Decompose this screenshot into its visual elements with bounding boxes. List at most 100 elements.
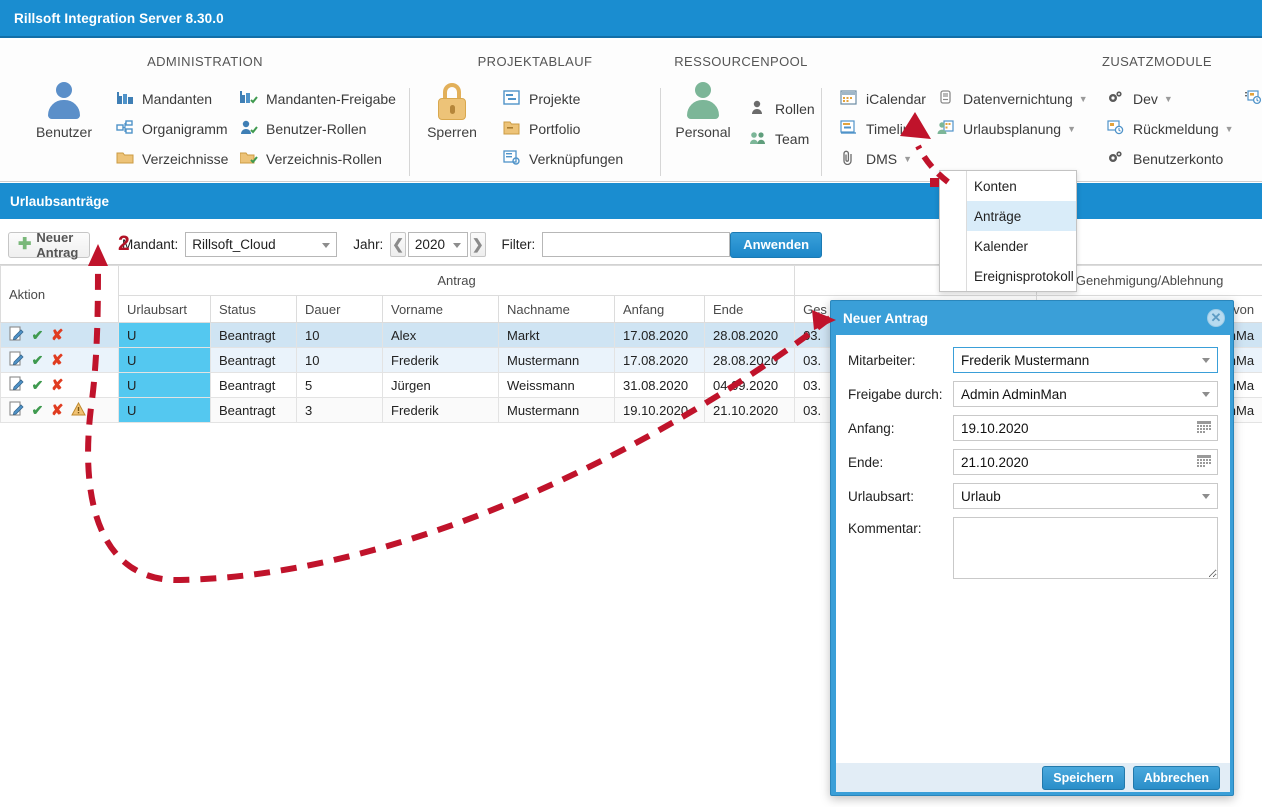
approve-icon[interactable]: ✔ [32, 377, 44, 394]
row-actions[interactable]: ✔ ✘ [0, 397, 119, 423]
filter-input[interactable] [542, 232, 731, 257]
dialog-footer: Speichern Abbrechen [836, 763, 1230, 792]
ende-date[interactable]: 21.10.2020 [953, 449, 1218, 475]
ribbon-item-label: Verknüpfungen [529, 151, 624, 167]
col-ende[interactable]: Ende [703, 295, 796, 323]
person-icon [683, 82, 723, 122]
freigabe-select[interactable]: Admin AdminMan [953, 381, 1218, 407]
save-button[interactable]: Speichern [1042, 765, 1125, 790]
jahr-select[interactable]: 2020 [407, 232, 468, 257]
ribbon-item-benutzerkonto[interactable]: Benutzerkonto [1107, 144, 1234, 174]
ribbon-item-mandanten[interactable]: Mandanten [116, 84, 228, 114]
urlaubsart-select[interactable]: Urlaub [953, 483, 1218, 509]
ribbon-toolbar: ADMINISTRATION Benutzer Mandanten Organi… [0, 40, 1262, 182]
kommentar-textarea[interactable] [953, 517, 1218, 579]
ribbon-item-benutzer-rollen[interactable]: Benutzer-Rollen [240, 114, 396, 144]
ribbon-item-timeline[interactable]: Timeline [840, 114, 926, 144]
close-icon[interactable]: ✕ [1207, 309, 1225, 327]
ribbon-item-verknuepfungen[interactable]: Verknüpfungen [503, 144, 623, 174]
ribbon-item-dev[interactable]: Dev ▼ [1107, 84, 1234, 114]
ribbon-item-urlaubsplanung[interactable]: Urlaubsplanung ▼ [937, 114, 1088, 144]
ribbon-button-label: Benutzer [35, 124, 93, 140]
ribbon-item-verzeichnis-rollen[interactable]: Verzeichnis-Rollen [240, 144, 396, 174]
col-urlaubsart[interactable]: Urlaubsart [118, 295, 211, 323]
ribbon-col-admin-1: Mandanten Organigramm Verzeichnisse [116, 84, 228, 174]
lock-icon [435, 82, 469, 122]
ribbon-item-list-clock[interactable] [1245, 84, 1262, 114]
reject-icon[interactable]: ✘ [51, 401, 64, 419]
ribbon-col-admin-2: Mandanten-Freigabe Benutzer-Rollen Verze… [240, 84, 396, 174]
col-vorname[interactable]: Vorname [382, 295, 499, 323]
portfolio-icon [503, 120, 523, 138]
reject-icon[interactable]: ✘ [51, 351, 64, 369]
col-anfang[interactable]: Anfang [614, 295, 705, 323]
chevron-down-icon[interactable]: ▼ [903, 154, 912, 164]
ribbon-button-benutzer[interactable]: Benutzer [22, 82, 106, 140]
ribbon-item-icalendar[interactable]: iCalendar [840, 84, 926, 114]
col-nachname[interactable]: Nachname [498, 295, 615, 323]
calendar-icon[interactable] [1197, 455, 1211, 469]
person-icon [44, 82, 84, 122]
ribbon-item-rollen[interactable]: Rollen [749, 94, 815, 124]
mandant-select[interactable]: Rillsoft_Cloud [185, 232, 338, 257]
next-year-button[interactable]: ❯ [469, 232, 486, 257]
ribbon-button-personal[interactable]: Personal [661, 82, 745, 140]
reject-icon[interactable]: ✘ [51, 376, 64, 394]
approve-icon[interactable]: ✔ [32, 402, 44, 419]
mitarbeiter-select[interactable]: Frederik Mustermann [953, 347, 1218, 373]
dialog-title-bar: Neuer Antrag ✕ [831, 301, 1233, 335]
chevron-down-icon[interactable]: ▼ [1225, 124, 1234, 134]
ribbon-item-portfolio[interactable]: Portfolio [503, 114, 623, 144]
ribbon-item-organigramm[interactable]: Organigramm [116, 114, 228, 144]
col-status[interactable]: Status [210, 295, 297, 323]
ribbon-item-verzeichnisse[interactable]: Verzeichnisse [116, 144, 228, 174]
ribbon-item-datenvernichtung[interactable]: Datenvernichtung ▼ [937, 84, 1088, 114]
approve-icon[interactable]: ✔ [32, 327, 44, 344]
menu-item-label: Kalender [974, 238, 1029, 254]
calendar-icon[interactable] [1197, 421, 1211, 435]
edit-icon[interactable] [9, 376, 24, 394]
calendar-icon [840, 90, 860, 108]
jahr-select-value: 2020 [407, 232, 468, 257]
cell-anfang: 19.10.2020 [614, 397, 705, 423]
ribbon-item-dms[interactable]: DMS ▼ [840, 144, 926, 174]
new-antrag-button[interactable]: ✚ Neuer Antrag [8, 230, 90, 260]
chevron-down-icon[interactable]: ▼ [1164, 94, 1173, 104]
ribbon-item-projekte[interactable]: Projekte [503, 84, 623, 114]
urlaubsplanung-dropdown-menu[interactable]: Konten Anträge Kalender Ereignisprotokol… [939, 170, 1077, 292]
cell-status: Beantragt [210, 322, 297, 348]
ribbon-group-administration: ADMINISTRATION Benutzer Mandanten Organi… [0, 40, 410, 182]
edit-icon[interactable] [9, 401, 24, 419]
ribbon-item-mandanten-freigabe[interactable]: Mandanten-Freigabe [240, 84, 396, 114]
anfang-date[interactable]: 19.10.2020 [953, 415, 1218, 441]
ribbon-button-label: Personal [675, 124, 731, 140]
chevron-down-icon[interactable]: ▼ [1079, 94, 1088, 104]
row-actions[interactable]: ✔ ✘ [0, 322, 119, 348]
edit-icon[interactable] [9, 351, 24, 369]
table-group-aktion: Aktion [0, 265, 119, 323]
chevron-down-icon[interactable]: ▼ [1067, 124, 1076, 134]
filter-label: Filter: [501, 237, 536, 252]
cell-ende: 21.10.2020 [703, 397, 796, 423]
cancel-button[interactable]: Abbrechen [1132, 765, 1220, 790]
dialog-body: Mitarbeiter: Frederik Mustermann Freigab… [836, 335, 1230, 763]
row-actions[interactable]: ✔ ✘ [0, 347, 119, 373]
prev-year-button[interactable]: ❮ [390, 232, 406, 257]
cell-status: Beantragt [210, 347, 297, 373]
vacation-icon [937, 120, 957, 138]
gears-icon [1107, 150, 1127, 168]
person-check-icon [240, 120, 260, 138]
row-actions[interactable]: ✔ ✘ [0, 372, 119, 398]
ribbon-button-sperren[interactable]: Sperren [410, 82, 494, 140]
jahr-label: Jahr: [353, 237, 384, 252]
edit-icon[interactable] [9, 326, 24, 344]
menu-item-label: Anträge [974, 208, 1022, 224]
col-dauer[interactable]: Dauer [296, 295, 383, 323]
warning-icon[interactable] [71, 401, 87, 419]
approve-icon[interactable]: ✔ [32, 352, 44, 369]
org-chart-icon [116, 120, 136, 138]
ribbon-item-team[interactable]: Team [749, 124, 815, 154]
reject-icon[interactable]: ✘ [51, 326, 64, 344]
ribbon-item-rueckmeldung[interactable]: Rückmeldung ▼ [1107, 114, 1234, 144]
apply-button[interactable]: Anwenden [730, 231, 823, 258]
